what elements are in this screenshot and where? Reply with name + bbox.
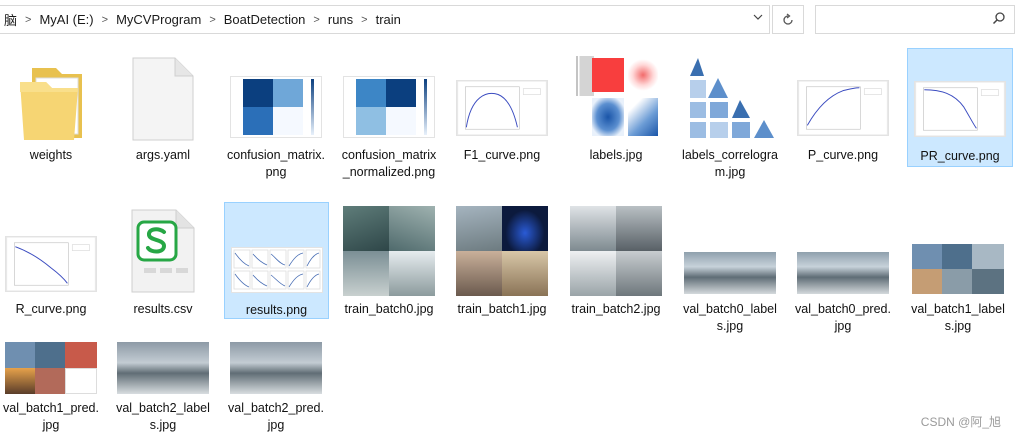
file-item-weights[interactable]: weights — [0, 48, 102, 168]
file-name: R_curve.png — [15, 302, 87, 316]
breadcrumb-partial[interactable]: 脑 — [0, 10, 21, 29]
file-item-labels[interactable]: labels.jpg — [565, 48, 667, 168]
folder-icon — [20, 68, 82, 140]
file-name: labels.jpg — [589, 148, 643, 162]
file-name: F1_curve.png — [463, 148, 541, 162]
file-item-f1-curve[interactable]: F1_curve.png — [451, 48, 553, 168]
image-thumbnail — [343, 76, 435, 138]
file-item-results-csv[interactable]: results.csv — [112, 202, 214, 322]
image-thumbnail — [117, 342, 209, 394]
refresh-icon — [783, 12, 793, 25]
image-thumbnail — [912, 244, 1004, 294]
file-name: val_batch2_pred.jpg — [228, 401, 324, 432]
file-name: P_curve.png — [807, 148, 879, 162]
file-item-p-curve[interactable]: P_curve.png — [792, 48, 894, 168]
toolbar: 脑 > MyAI (E:) > MyCVProgram > BoatDetect… — [0, 0, 1015, 40]
chevron-right-icon[interactable]: > — [205, 14, 219, 26]
chevron-right-icon[interactable]: > — [309, 14, 323, 26]
file-name: val_batch1_labels.jpg — [911, 302, 1005, 333]
image-thumbnail — [684, 252, 776, 294]
breadcrumb-train[interactable]: train — [372, 12, 405, 27]
file-item-train-batch0[interactable]: train_batch0.jpg — [338, 202, 440, 322]
image-thumbnail — [456, 206, 548, 296]
breadcrumb-runs[interactable]: runs — [324, 12, 357, 27]
file-name: train_batch2.jpg — [571, 302, 661, 316]
image-thumbnail — [456, 80, 548, 136]
file-item-train-batch2[interactable]: train_batch2.jpg — [565, 202, 667, 322]
file-item-confusion-matrix[interactable]: confusion_matrix.png — [225, 48, 327, 188]
file-item-pr-curve[interactable]: PR_curve.png — [907, 48, 1013, 167]
file-name: confusion_matrix_normalized.png — [341, 148, 437, 179]
image-thumbnail — [914, 81, 1006, 137]
image-thumbnail — [5, 236, 97, 292]
file-item-labels-correlogram[interactable]: labels_correlogram.jpg — [679, 48, 781, 188]
search-icon[interactable] — [992, 11, 1006, 30]
file-name: confusion_matrix.png — [227, 148, 325, 179]
search-box[interactable] — [815, 5, 1015, 34]
breadcrumb-drive[interactable]: MyAI (E:) — [35, 12, 97, 27]
file-name: val_batch0_pred.jpg — [795, 302, 891, 333]
file-item-r-curve[interactable]: R_curve.png — [0, 202, 102, 322]
file-name: results.png — [245, 303, 308, 317]
image-thumbnail — [797, 252, 889, 294]
breadcrumb-boatdetection[interactable]: BoatDetection — [220, 12, 310, 27]
watermark: CSDN @阿_旭 — [920, 415, 1001, 429]
file-name: train_batch1.jpg — [457, 302, 547, 316]
search-input[interactable] — [820, 7, 994, 34]
file-name: train_batch0.jpg — [344, 302, 434, 316]
file-item-val-batch0-pred[interactable]: val_batch0_pred.jpg — [792, 202, 894, 342]
chevron-right-icon[interactable]: > — [357, 14, 371, 26]
file-item-val-batch1-labels[interactable]: val_batch1_labels.jpg — [907, 202, 1009, 342]
file-item-args-yaml[interactable]: args.yaml — [112, 48, 214, 168]
file-item-confusion-matrix-normalized[interactable]: confusion_matrix_normalized.png — [338, 48, 440, 208]
file-name: labels_correlogram.jpg — [682, 148, 778, 179]
file-name: val_batch0_labels.jpg — [683, 302, 777, 333]
spreadsheet-file-icon — [131, 209, 195, 293]
refresh-button[interactable] — [772, 5, 804, 34]
chevron-down-icon[interactable] — [753, 12, 763, 25]
image-thumbnail — [684, 52, 776, 140]
image-thumbnail — [230, 342, 322, 394]
image-thumbnail — [570, 52, 662, 140]
file-name: val_batch2_labels.jpg — [116, 401, 210, 432]
file-item-val-batch0-labels[interactable]: val_batch0_labels.jpg — [679, 202, 781, 342]
image-thumbnail — [570, 206, 662, 296]
chevron-right-icon[interactable]: > — [21, 14, 35, 26]
file-item-train-batch1[interactable]: train_batch1.jpg — [451, 202, 553, 322]
image-thumbnail — [230, 247, 323, 293]
image-thumbnail — [5, 342, 97, 394]
image-thumbnail — [797, 80, 889, 136]
image-thumbnail — [230, 76, 322, 138]
blank-file-icon — [132, 57, 194, 141]
file-name: PR_curve.png — [920, 149, 1000, 163]
file-name: weights — [29, 148, 73, 162]
file-item-val-batch2-labels[interactable]: val_batch2_labels.jpg — [112, 338, 214, 436]
breadcrumb-mycvprogram[interactable]: MyCVProgram — [112, 12, 205, 27]
address-bar[interactable]: 脑 > MyAI (E:) > MyCVProgram > BoatDetect… — [0, 5, 770, 34]
file-name: val_batch1_pred.jpg — [3, 401, 99, 432]
file-item-results-png[interactable]: results.png — [224, 202, 329, 319]
file-name: args.yaml — [135, 148, 191, 162]
file-item-val-batch2-pred[interactable]: val_batch2_pred.jpg — [225, 338, 327, 436]
file-name: results.csv — [133, 302, 193, 316]
chevron-right-icon[interactable]: > — [98, 14, 112, 26]
file-item-val-batch1-pred[interactable]: val_batch1_pred.jpg — [0, 338, 102, 436]
image-thumbnail — [343, 206, 435, 296]
